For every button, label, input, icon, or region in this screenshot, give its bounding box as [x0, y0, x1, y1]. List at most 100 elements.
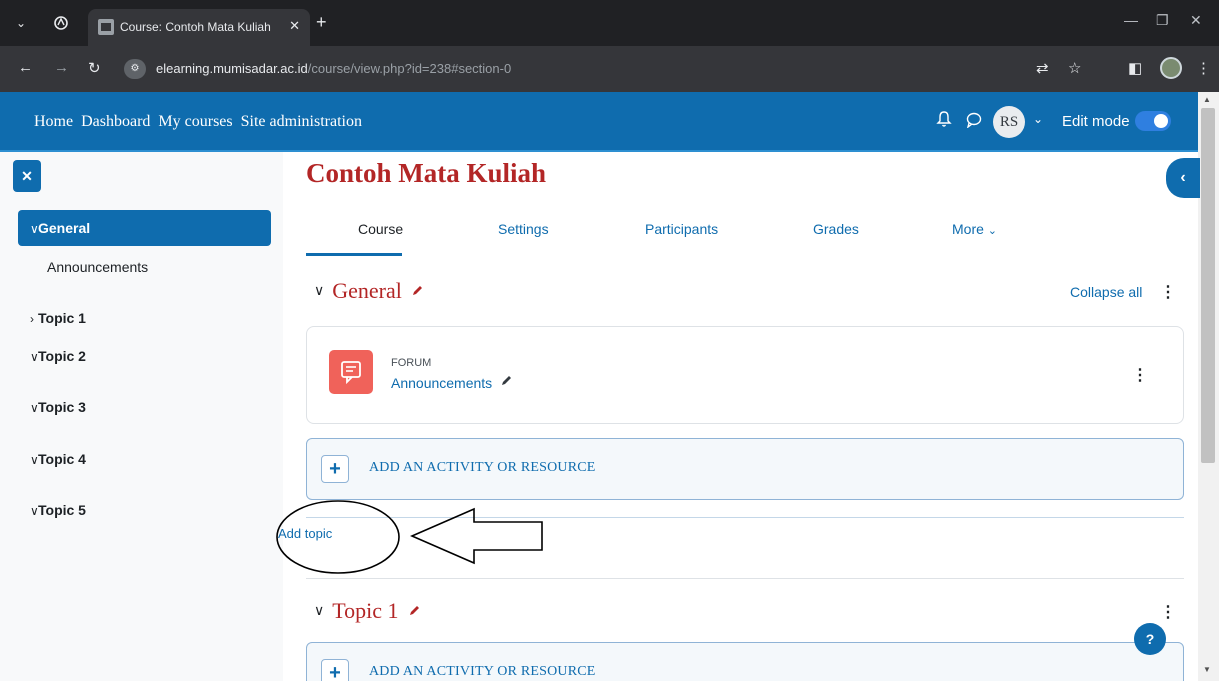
help-icon[interactable]: ?: [1134, 623, 1166, 655]
edit-mode-label: Edit mode: [1062, 113, 1130, 130]
collapse-all-link[interactable]: Collapse all: [1070, 284, 1142, 300]
scroll-up-icon[interactable]: ▲: [1203, 95, 1211, 104]
tab-title: Course: Contoh Mata Kuliah: [120, 20, 271, 34]
course-index-topic-5[interactable]: ∨Topic 5: [18, 502, 271, 518]
tab-grades[interactable]: Grades: [813, 221, 859, 237]
nav-home[interactable]: Home: [34, 113, 73, 131]
restore-icon[interactable]: ❐: [1156, 12, 1169, 29]
window-close-icon[interactable]: ✕: [1190, 12, 1202, 29]
tab-more[interactable]: More ⌄: [952, 221, 997, 237]
active-tab-indicator: [306, 253, 402, 256]
course-index-label: Topic 3: [38, 399, 86, 415]
primary-navigation: Home Dashboard My courses Site administr…: [34, 113, 362, 131]
chevron-down-icon[interactable]: ∨: [18, 453, 39, 467]
browser-tab-active[interactable]: Course: Contoh Mata Kuliah ✕: [88, 9, 310, 46]
tab-close-icon[interactable]: ✕: [289, 18, 300, 34]
tab-course[interactable]: Course: [358, 221, 403, 237]
kebab-icon[interactable]: ⋮: [1160, 602, 1176, 622]
activity-link[interactable]: Announcements: [391, 374, 513, 391]
new-tab-button[interactable]: +: [316, 12, 327, 33]
scroll-down-icon[interactable]: ▼: [1203, 665, 1211, 674]
add-activity-button[interactable]: + ADD AN ACTIVITY OR RESOURCE: [306, 642, 1184, 681]
plus-icon: +: [321, 659, 349, 681]
chevron-down-icon[interactable]: ⌄: [1033, 112, 1043, 126]
minimize-icon[interactable]: —: [1124, 12, 1138, 28]
forward-icon[interactable]: →: [54, 59, 69, 76]
course-index-label: Topic 1: [38, 310, 86, 326]
chevron-down-icon[interactable]: ∨: [18, 350, 39, 364]
add-activity-label: ADD AN ACTIVITY OR RESOURCE: [369, 460, 596, 475]
browser-menu-icon[interactable]: ⋮: [1196, 59, 1211, 77]
chevron-down-icon[interactable]: ∨: [314, 282, 324, 298]
translate-icon[interactable]: ⇄: [1036, 59, 1049, 77]
nav-dashboard[interactable]: Dashboard: [81, 113, 150, 131]
course-index-topic-4[interactable]: ∨Topic 4: [18, 451, 271, 467]
user-avatar[interactable]: RS: [993, 106, 1025, 138]
scrollbar-thumb[interactable]: [1201, 108, 1215, 463]
activity-type-label: FORUM: [391, 357, 432, 369]
course-index-label: General: [38, 220, 91, 236]
moodle-navbar: Home Dashboard My courses Site administr…: [0, 92, 1198, 152]
section-header-topic-1: ∨ Topic 1: [314, 598, 421, 624]
nav-site-administration[interactable]: Site administration: [241, 113, 362, 131]
chevron-down-icon: ⌄: [987, 225, 998, 237]
browser-tab-bar: ⌄ Course: Contoh Mata Kuliah ✕ + — ❐ ✕: [0, 0, 1219, 46]
tab-settings[interactable]: Settings: [498, 221, 549, 237]
pencil-icon[interactable]: [408, 604, 421, 617]
side-panel-icon[interactable]: ◧: [1128, 59, 1142, 77]
activity-card: FORUM Announcements ⋮: [306, 326, 1184, 424]
url-path: /course/view.php?id=238#section-0: [307, 61, 512, 76]
chevron-down-icon[interactable]: ∨: [18, 211, 39, 247]
course-index-label: Topic 5: [38, 502, 86, 518]
course-index-topic-2[interactable]: ∨Topic 2: [18, 348, 271, 364]
chevron-down-icon[interactable]: ∨: [18, 504, 39, 518]
kebab-icon[interactable]: ⋮: [1132, 365, 1148, 385]
section-header-general: ∨ General: [314, 278, 424, 304]
browser-globe-icon: [48, 10, 74, 36]
tab-search-icon[interactable]: ⌄: [8, 10, 34, 36]
course-index-topic-3[interactable]: ∨Topic 3: [18, 399, 271, 415]
browser-toolbar: ← → ↻ ⚙ elearning.mumisadar.ac.id/course…: [0, 46, 1219, 92]
edit-mode-toggle[interactable]: [1135, 111, 1171, 131]
chevron-down-icon[interactable]: ∨: [314, 602, 324, 618]
section-title[interactable]: General: [332, 278, 402, 303]
chat-icon[interactable]: [966, 112, 982, 128]
back-icon[interactable]: ←: [18, 59, 33, 76]
bookmark-star-icon[interactable]: ☆: [1068, 59, 1081, 77]
close-drawer-button[interactable]: ✕: [13, 160, 41, 192]
plus-icon: +: [321, 455, 349, 483]
course-index-label: Topic 2: [38, 348, 86, 364]
add-activity-label: ADD AN ACTIVITY OR RESOURCE: [369, 664, 596, 679]
tab-participants[interactable]: Participants: [645, 221, 718, 237]
course-index-label: Topic 4: [38, 451, 86, 467]
course-index-announcements[interactable]: Announcements: [47, 259, 148, 275]
add-activity-button[interactable]: + ADD AN ACTIVITY OR RESOURCE: [306, 438, 1184, 500]
activity-name: Announcements: [391, 375, 493, 391]
site-info-icon[interactable]: ⚙: [124, 59, 146, 79]
section-title[interactable]: Topic 1: [332, 598, 398, 623]
page-title: Contoh Mata Kuliah: [306, 158, 547, 188]
section-divider: [306, 578, 1184, 579]
add-topic-link[interactable]: Add topic: [278, 526, 332, 541]
tab-more-label: More: [952, 221, 984, 237]
section-divider: [306, 517, 1184, 518]
chevron-right-icon[interactable]: ›: [18, 312, 38, 326]
url-text[interactable]: elearning.mumisadar.ac.id/course/view.ph…: [156, 61, 511, 76]
course-index-topic-1[interactable]: › Topic 1: [18, 310, 271, 326]
moodle-favicon-icon: [98, 19, 114, 35]
chevron-left-icon[interactable]: ‹: [1166, 158, 1200, 198]
reload-icon[interactable]: ↻: [88, 59, 101, 77]
secondary-navigation: Course Settings Participants Grades More…: [306, 218, 1184, 258]
browser-profile-icon[interactable]: [1160, 57, 1182, 79]
address-bar[interactable]: ⚙ elearning.mumisadar.ac.id/course/view.…: [120, 54, 1020, 84]
chevron-down-icon[interactable]: ∨: [18, 401, 39, 415]
course-index-general[interactable]: ∨General: [18, 210, 271, 246]
pencil-icon[interactable]: [411, 284, 424, 297]
url-host: elearning.mumisadar.ac.id: [156, 61, 308, 76]
bell-icon[interactable]: [936, 110, 952, 128]
forum-icon: [329, 350, 373, 394]
pencil-icon[interactable]: [500, 374, 513, 387]
nav-my-courses[interactable]: My courses: [158, 113, 232, 131]
page-scrollbar[interactable]: ▲ ▼: [1198, 92, 1219, 681]
kebab-icon[interactable]: ⋮: [1160, 282, 1176, 302]
